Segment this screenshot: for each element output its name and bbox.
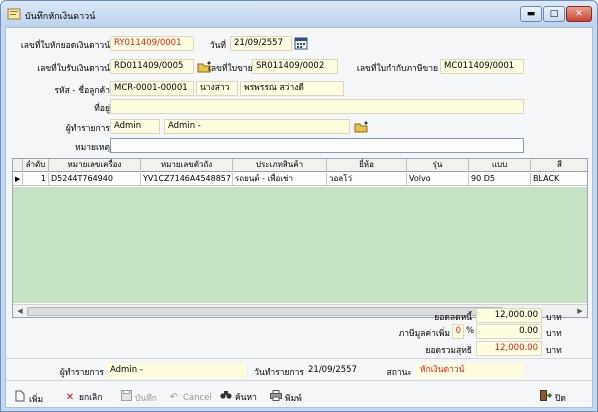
col-header-no[interactable]: ลำดับ [23, 159, 49, 172]
printer-icon [270, 390, 282, 407]
vat-amount-field[interactable]: 0.00 [476, 324, 542, 339]
outstanding-unit: บาท [546, 313, 562, 323]
app-icon [7, 8, 21, 20]
date-label: วันที่ [209, 41, 226, 51]
receipt-no-field[interactable]: RD011409/0005 [110, 59, 194, 74]
close-window-button[interactable]: ✕ [566, 6, 592, 22]
scroll-left-icon[interactable]: ◀ [14, 306, 26, 317]
add-button-label: เพิ่ม [29, 395, 44, 405]
new-doc-icon [14, 390, 26, 408]
col-header-type[interactable]: ประเภทสินค้า [233, 159, 327, 172]
col-header-brand[interactable]: ยี่ห้อ [327, 159, 407, 172]
print-button-label: พิมพ์ [285, 394, 302, 404]
cell-brand[interactable]: วอลโว่ [327, 173, 407, 186]
status-divider-bottom [6, 380, 592, 381]
vat-rate-field[interactable]: 0 [452, 324, 464, 339]
cancel-button[interactable]: ↶ Cancel [168, 390, 212, 406]
deduct-no-field[interactable]: RY011409/0001 [110, 36, 194, 51]
sale-no-field[interactable]: SR011409/0002 [252, 59, 338, 74]
window-title: บันทึกหักเงินดาวน์ [25, 12, 96, 22]
search-button[interactable]: ค้นหา [220, 390, 257, 406]
status-divider-top [6, 358, 592, 359]
cell-engine[interactable]: D5244T764940 [49, 173, 141, 186]
vat-unit: บาท [546, 329, 562, 339]
receipt-no-label: เลขที่ใบรับเงินดาวน์ [37, 64, 110, 74]
grid-empty-area[interactable] [13, 187, 587, 303]
table-row[interactable]: ▶ 1 D5244T764940 YV1CZ7146A4548857 รถยนต… [13, 173, 587, 186]
tax-invoice-field[interactable]: MC011409/0001 [440, 59, 524, 74]
status-date-field: 21/09/2557 [308, 365, 357, 375]
print-button[interactable]: พิมพ์ [270, 390, 302, 406]
cell-color[interactable]: BLACK [531, 173, 587, 186]
minimize-button[interactable]: ▬ [520, 6, 542, 22]
cell-no[interactable]: 1 [23, 173, 49, 186]
col-header-engine[interactable]: หมายเลขเครื่อง [49, 159, 141, 172]
operator-name-field[interactable]: Admin - [164, 119, 350, 134]
status-state-field: หักเงินดาวน์ [416, 363, 524, 378]
net-label: ยอดรวมสุทธิ [425, 346, 472, 356]
row-marker-icon: ▶ [13, 173, 23, 186]
net-unit: บาท [546, 346, 562, 356]
grid-header: ลำดับ หมายเลขเครื่อง หมายเลขตัวถัง ประเภ… [13, 159, 587, 172]
delete-x-icon: ✕ [65, 392, 75, 403]
status-operator-label: ผู้ทำรายการ [59, 368, 104, 378]
customer-name-field[interactable]: พรพรรณ สว่างดี [240, 81, 344, 96]
save-icon [120, 390, 132, 407]
item-grid[interactable]: ลำดับ หมายเลขเครื่อง หมายเลขตัวถัง ประเภ… [12, 158, 588, 318]
close-button[interactable]: ปิด [540, 390, 566, 406]
lookup-icon[interactable] [354, 120, 368, 134]
form-body: เลขที่ใบหักยอดเงินดาวน์ RY011409/0001 วั… [5, 27, 593, 408]
vat-percent-sign: % [466, 326, 475, 336]
operator-label: ผู้ทำรายการ [65, 124, 110, 134]
net-field[interactable]: 12,000.00 [476, 341, 542, 356]
note-label: หมายเหตุ [75, 143, 110, 153]
maximize-button[interactable]: □ [543, 6, 565, 22]
customer-code-field[interactable]: MCR-0001-00001 [110, 81, 194, 96]
col-header-model[interactable]: รุ่น [407, 159, 469, 172]
col-header-style[interactable]: แบบ [469, 159, 531, 172]
operator-code-field[interactable]: Admin [110, 119, 160, 134]
cell-type[interactable]: รถยนต์ - เพื่อเช่า [233, 173, 327, 186]
save-button-label: บันทึก [135, 394, 157, 404]
cancel-button-label: Cancel [183, 393, 212, 403]
cancel-edit-label: ยกเลิก [79, 393, 103, 403]
status-state-label: สถานะ [386, 368, 412, 378]
cell-chassis[interactable]: YV1CZ7146A4548857 [141, 173, 233, 186]
customer-title-field[interactable]: นางสาว [196, 81, 238, 96]
status-date-label: วันทำรายการ [254, 368, 304, 378]
grid-header-marker [13, 159, 23, 172]
binoculars-icon [220, 390, 232, 406]
status-operator-field: Admin - [106, 363, 246, 378]
close-button-label: ปิด [555, 394, 566, 404]
main-window: บันทึกหักเงินดาวน์ ▬ □ ✕ เลขที่ใบหักยอดเ… [0, 0, 598, 412]
date-field[interactable]: 21/09/2557 [230, 36, 292, 51]
title-bar[interactable]: บันทึกหักเงินดาวน์ ▬ □ ✕ [1, 1, 597, 27]
calendar-icon[interactable] [294, 36, 308, 50]
customer-label: รหัส - ชื่อลูกค้า [54, 86, 110, 96]
tax-invoice-label: เลขที่ใบกำกับภาษีขาย [356, 64, 438, 74]
exit-icon [540, 390, 552, 407]
cancel-edit-button[interactable]: ✕ ยกเลิก [64, 390, 103, 406]
save-button[interactable]: บันทึก [120, 390, 157, 406]
scroll-right-icon[interactable]: ▶ [574, 306, 586, 317]
vat-label: ภาษีมูลค่าเพิ่ม [398, 329, 450, 339]
add-button[interactable]: เพิ่ม [14, 390, 43, 406]
note-field[interactable] [110, 138, 524, 153]
deduct-no-label: เลขที่ใบหักยอดเงินดาวน์ [20, 41, 110, 51]
address-field[interactable] [110, 99, 524, 114]
cell-style[interactable]: 90 D5 [469, 173, 531, 186]
col-header-chassis[interactable]: หมายเลขตัวถัง [141, 159, 233, 172]
outstanding-label: ยอดลดหนี้ [434, 313, 472, 323]
outstanding-field[interactable]: 12,000.00 [476, 308, 542, 323]
address-label: ที่อยู่ [94, 104, 110, 114]
undo-icon: ↶ [169, 392, 179, 403]
cell-model[interactable]: Volvo [407, 173, 469, 186]
sale-no-label: เลขที่ใบขาย [208, 64, 253, 74]
search-button-label: ค้นหา [235, 393, 257, 403]
col-header-color[interactable]: สี [531, 159, 587, 172]
